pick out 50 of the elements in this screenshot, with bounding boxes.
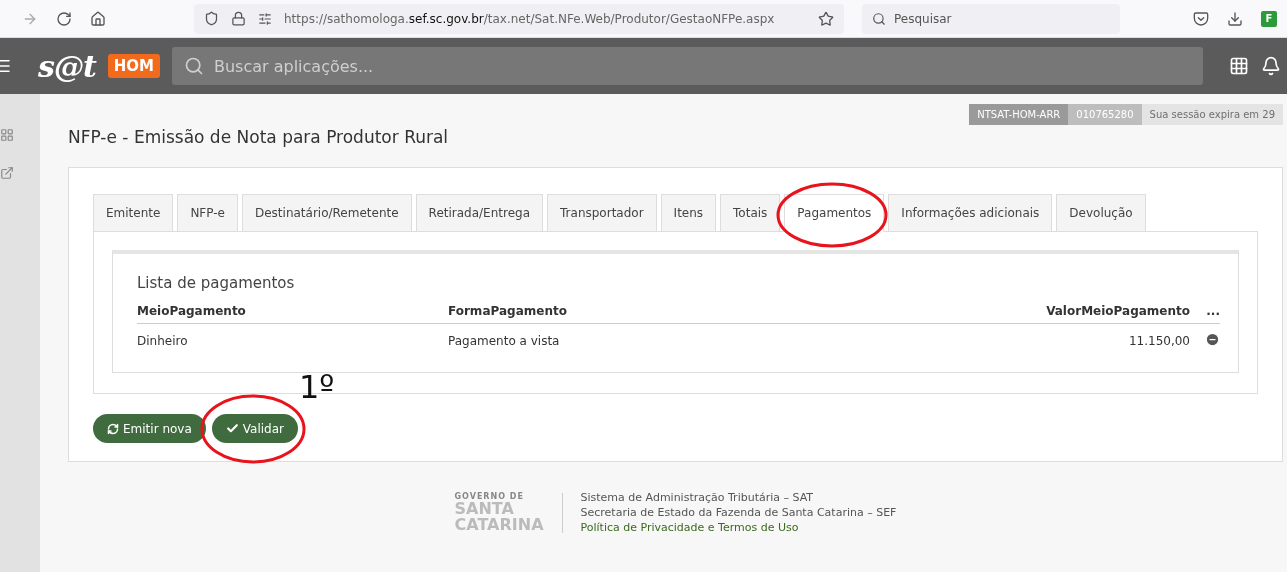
footer-text: Secretaria de Estado da Fazenda de Santa Catarina – SEF — [580, 505, 897, 520]
table-cell-text: Pagamento a vista — [448, 334, 561, 348]
column-header: ... — [1205, 303, 1220, 318]
download-icon[interactable] — [1227, 10, 1243, 27]
column-header: ValorMeioPagamento — [1045, 303, 1190, 318]
search-icon — [184, 56, 204, 76]
privacy-link[interactable]: Política de Privacidade e Termos de Uso — [580, 520, 897, 535]
table-cell-text: 11.150,00 — [1127, 334, 1190, 348]
footer-text: Sistema de Administração Tributária – SAT — [580, 490, 815, 505]
tab[interactable]: NFP-e — [177, 194, 238, 232]
tab[interactable]: Destinatário/Remetente — [241, 194, 412, 232]
tab[interactable]: Totais — [720, 194, 781, 232]
tab[interactable]: Retirada/Entrega — [415, 194, 544, 232]
bell-icon[interactable] — [1261, 56, 1281, 76]
tab[interactable]: Emitente — [93, 194, 174, 232]
logo: s@t — [38, 48, 96, 84]
session-tag: NTSAT-HOM-ARR — [969, 104, 1069, 125]
tab[interactable]: Pagamentos — [784, 194, 885, 232]
permissions-icon — [258, 11, 272, 26]
page-title: NFP-e - Emissão de Nota para Produtor Rural — [68, 127, 450, 147]
tab[interactable]: Devolução — [1056, 194, 1146, 232]
browser-search-field[interactable]: Pesquisar — [862, 3, 1120, 34]
refresh-icon — [107, 422, 119, 435]
lock-icon — [231, 11, 246, 26]
column-header: MeioPagamento — [137, 303, 247, 318]
tab[interactable]: Informações adicionais — [888, 194, 1053, 232]
session-tag: Sua sessão expira em 29 — [1141, 104, 1283, 125]
session-tag: 010765280 — [1068, 104, 1142, 125]
address-bar[interactable]: https://sathomologa.sef.sc.gov.br/tax.net/Sat.NFe.Web/Produtor/GestaoNFPe.aspx — [194, 3, 844, 34]
shield-icon — [204, 11, 219, 26]
new-button[interactable]: Emitir nova — [93, 414, 206, 443]
apps-grid-icon[interactable] — [1229, 56, 1249, 76]
table-cell-text: Dinheiro — [137, 334, 189, 348]
star-icon[interactable] — [818, 10, 834, 27]
pocket-icon[interactable] — [1193, 10, 1209, 27]
check-icon — [225, 422, 239, 435]
column-header: FormaPagamento — [448, 303, 568, 318]
tab[interactable]: Transportador — [547, 194, 657, 232]
search-icon — [872, 11, 886, 26]
export-icon[interactable] — [0, 166, 14, 180]
list-title: Lista de pagamentos — [137, 274, 296, 292]
annotation-label: 1º — [299, 368, 335, 406]
tab[interactable]: Itens — [660, 194, 717, 232]
government-logo: GOVERNO DE SANTA CATARINA — [454, 492, 563, 533]
extension-icon[interactable]: F — [1261, 10, 1277, 27]
home-icon[interactable] — [90, 10, 106, 27]
validate-button[interactable]: Validar — [211, 414, 298, 443]
reload-icon[interactable] — [56, 10, 72, 27]
environment-badge: HOM — [107, 54, 160, 78]
remove-icon[interactable] — [1205, 332, 1220, 347]
